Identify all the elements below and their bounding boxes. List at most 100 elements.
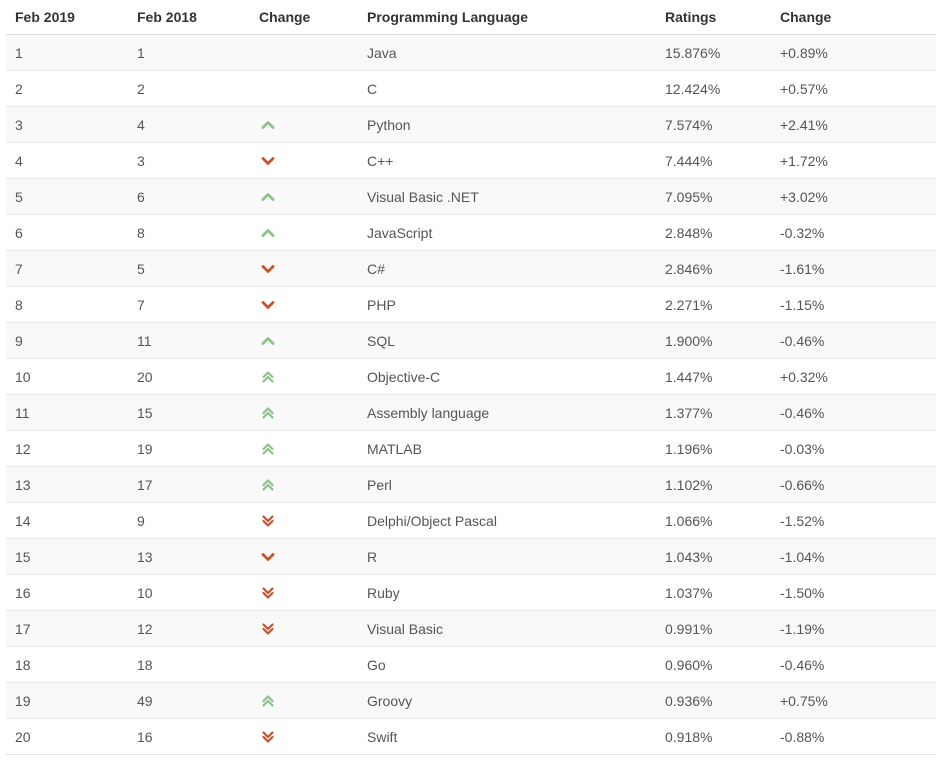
cell-language: C++	[358, 142, 656, 179]
cell-language: Perl	[358, 466, 656, 503]
table-row: 13 17 Perl 1.102% -0.66%	[6, 466, 936, 503]
cell-rating: 2.846%	[656, 250, 771, 287]
table-row: 5 6 Visual Basic .NET 7.095% +3.02%	[6, 178, 936, 215]
header-row: Feb 2019 Feb 2018 Change Programming Lan…	[6, 0, 936, 35]
table-row: 20 16 Swift 0.918% -0.88%	[6, 718, 936, 755]
cell-rating: 2.271%	[656, 286, 771, 323]
cell-rating: 2.848%	[656, 214, 771, 251]
cell-change	[250, 358, 358, 395]
table-row: 15 13 R 1.043% -1.04%	[6, 538, 936, 575]
chevron-down-icon	[261, 156, 275, 165]
cell-rating-change: -1.52%	[771, 502, 936, 539]
cell-change	[250, 502, 358, 539]
double-chevron-up-icon	[262, 442, 274, 455]
table-header: Feb 2019 Feb 2018 Change Programming Lan…	[6, 0, 936, 35]
cell-rank-previous: 6	[128, 178, 250, 215]
cell-change	[250, 538, 358, 575]
cell-language: C#	[358, 250, 656, 287]
cell-rank-current: 14	[6, 502, 128, 539]
cell-rating: 0.960%	[656, 646, 771, 683]
cell-rank-previous: 2	[128, 70, 250, 107]
cell-rank-current: 1	[6, 34, 128, 71]
header-ratings: Ratings	[656, 0, 771, 35]
cell-rating: 1.043%	[656, 538, 771, 575]
table-body: 1 1 Java 15.876% +0.89% 2 2 C 12.424% +0.57% 3 4 Pyt…	[6, 34, 936, 755]
header-language: Programming Language	[358, 0, 656, 35]
cell-change	[250, 106, 358, 143]
cell-rank-previous: 13	[128, 538, 250, 575]
double-chevron-down-icon	[262, 514, 274, 527]
cell-rank-current: 5	[6, 178, 128, 215]
cell-rating-change: -1.50%	[771, 574, 936, 611]
cell-language: Visual Basic .NET	[358, 178, 656, 215]
cell-rank-previous: 10	[128, 574, 250, 611]
table-row: 14 9 Delphi/Object Pascal 1.066% -1.52%	[6, 502, 936, 539]
cell-rank-previous: 5	[128, 250, 250, 287]
cell-rating-change: +2.41%	[771, 106, 936, 143]
cell-language: Visual Basic	[358, 610, 656, 647]
table-row: 17 12 Visual Basic 0.991% -1.19%	[6, 610, 936, 647]
cell-change	[250, 430, 358, 467]
language-ranking-table: Feb 2019 Feb 2018 Change Programming Lan…	[6, 0, 936, 755]
cell-rank-current: 20	[6, 718, 128, 755]
cell-language: Swift	[358, 718, 656, 755]
cell-language: R	[358, 538, 656, 575]
cell-rating: 0.936%	[656, 682, 771, 719]
cell-rank-previous: 11	[128, 322, 250, 359]
cell-change	[250, 286, 358, 323]
cell-rank-current: 13	[6, 466, 128, 503]
cell-rating: 1.196%	[656, 430, 771, 467]
table-row: 3 4 Python 7.574% +2.41%	[6, 106, 936, 143]
cell-rating: 1.102%	[656, 466, 771, 503]
cell-rating-change: +0.57%	[771, 70, 936, 107]
cell-rank-previous: 17	[128, 466, 250, 503]
cell-change	[250, 466, 358, 503]
cell-rank-current: 4	[6, 142, 128, 179]
cell-rank-previous: 18	[128, 646, 250, 683]
cell-rank-current: 12	[6, 430, 128, 467]
header-change: Change	[250, 0, 358, 35]
cell-rating-change: -0.03%	[771, 430, 936, 467]
cell-rating-change: -1.61%	[771, 250, 936, 287]
cell-change	[250, 610, 358, 647]
chevron-up-icon	[261, 120, 275, 129]
cell-rating-change: +0.75%	[771, 682, 936, 719]
table-row: 6 8 JavaScript 2.848% -0.32%	[6, 214, 936, 251]
cell-language: SQL	[358, 322, 656, 359]
cell-change	[250, 214, 358, 251]
cell-rating: 0.991%	[656, 610, 771, 647]
table-row: 12 19 MATLAB 1.196% -0.03%	[6, 430, 936, 467]
table-row: 16 10 Ruby 1.037% -1.50%	[6, 574, 936, 611]
cell-language: Delphi/Object Pascal	[358, 502, 656, 539]
cell-rating-change: -1.15%	[771, 286, 936, 323]
cell-rating-change: +3.02%	[771, 178, 936, 215]
double-chevron-down-icon	[262, 730, 274, 743]
table-row: 9 11 SQL 1.900% -0.46%	[6, 322, 936, 359]
double-chevron-up-icon	[262, 694, 274, 707]
cell-rating: 1.066%	[656, 502, 771, 539]
cell-rank-current: 6	[6, 214, 128, 251]
cell-change	[250, 142, 358, 179]
cell-rating-change: +0.32%	[771, 358, 936, 395]
cell-rank-previous: 1	[128, 34, 250, 71]
cell-language: PHP	[358, 286, 656, 323]
cell-rank-current: 11	[6, 394, 128, 431]
cell-language: MATLAB	[358, 430, 656, 467]
chevron-down-icon	[261, 552, 275, 561]
cell-rank-current: 3	[6, 106, 128, 143]
cell-rating: 7.444%	[656, 142, 771, 179]
cell-rank-current: 15	[6, 538, 128, 575]
cell-rating-change: -1.04%	[771, 538, 936, 575]
cell-rating: 15.876%	[656, 34, 771, 71]
cell-rating-change: -0.46%	[771, 394, 936, 431]
cell-change	[250, 178, 358, 215]
cell-rank-previous: 16	[128, 718, 250, 755]
cell-change	[250, 682, 358, 719]
cell-rank-current: 17	[6, 610, 128, 647]
cell-change	[250, 646, 358, 683]
cell-change	[250, 34, 358, 71]
table-row: 10 20 Objective-C 1.447% +0.32%	[6, 358, 936, 395]
cell-rank-current: 16	[6, 574, 128, 611]
cell-language: Assembly language	[358, 394, 656, 431]
chevron-up-icon	[261, 336, 275, 345]
